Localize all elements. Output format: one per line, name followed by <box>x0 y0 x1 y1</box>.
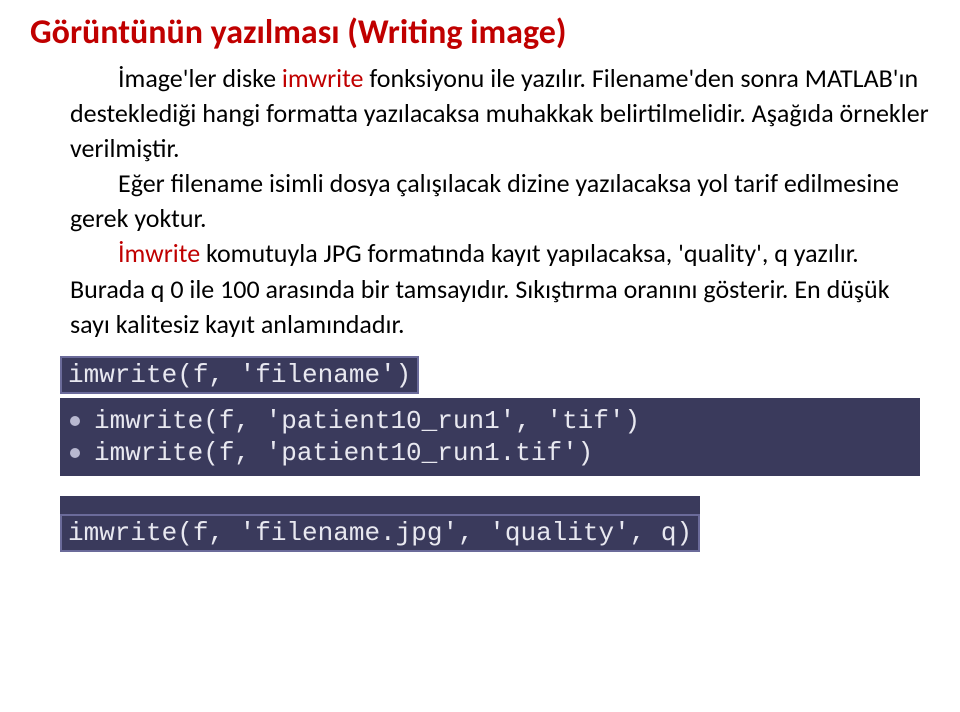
code-example-row-2: imwrite(f, 'patient10_run1.tif') <box>64 438 910 468</box>
bullet-icon <box>70 448 80 458</box>
code-example-row-1: imwrite(f, 'patient10_run1', 'tif') <box>64 406 910 436</box>
code-example-1: imwrite(f, 'patient10_run1', 'tif') <box>94 406 640 436</box>
code-area: imwrite(f, 'filename') imwrite(f, 'patie… <box>60 356 900 552</box>
para2-text: Eğer filename isimli dosya çalışılacak d… <box>70 167 899 234</box>
bullet-icon <box>70 416 80 426</box>
paragraph-3: İmwrite komutuyla JPG formatında kayıt y… <box>70 236 930 341</box>
syntax-box-1: imwrite(f, 'filename') <box>60 356 419 394</box>
syntax-box-2: imwrite(f, 'filename.jpg', 'quality', q) <box>60 514 700 552</box>
code-example-2: imwrite(f, 'patient10_run1.tif') <box>94 438 593 468</box>
paragraph-2: Eğer filename isimli dosya çalışılacak d… <box>70 166 930 236</box>
slide-title: Görüntünün yazılması (Writing image) <box>30 12 930 53</box>
para1-red-imwrite: imwrite <box>282 62 369 94</box>
syntax-box-2-wrap: imwrite(f, 'filename.jpg', 'quality', q) <box>60 496 700 552</box>
para3-red-imwrite: İmwrite <box>118 237 206 269</box>
para1-text-1: İmage'ler diske <box>118 62 282 94</box>
paragraph-1: İmage'ler diske imwrite fonksiyonu ile y… <box>70 61 930 166</box>
code-examples-block: imwrite(f, 'patient10_run1', 'tif') imwr… <box>60 398 920 476</box>
syntax-box-1-wrap: imwrite(f, 'filename') <box>60 356 419 394</box>
